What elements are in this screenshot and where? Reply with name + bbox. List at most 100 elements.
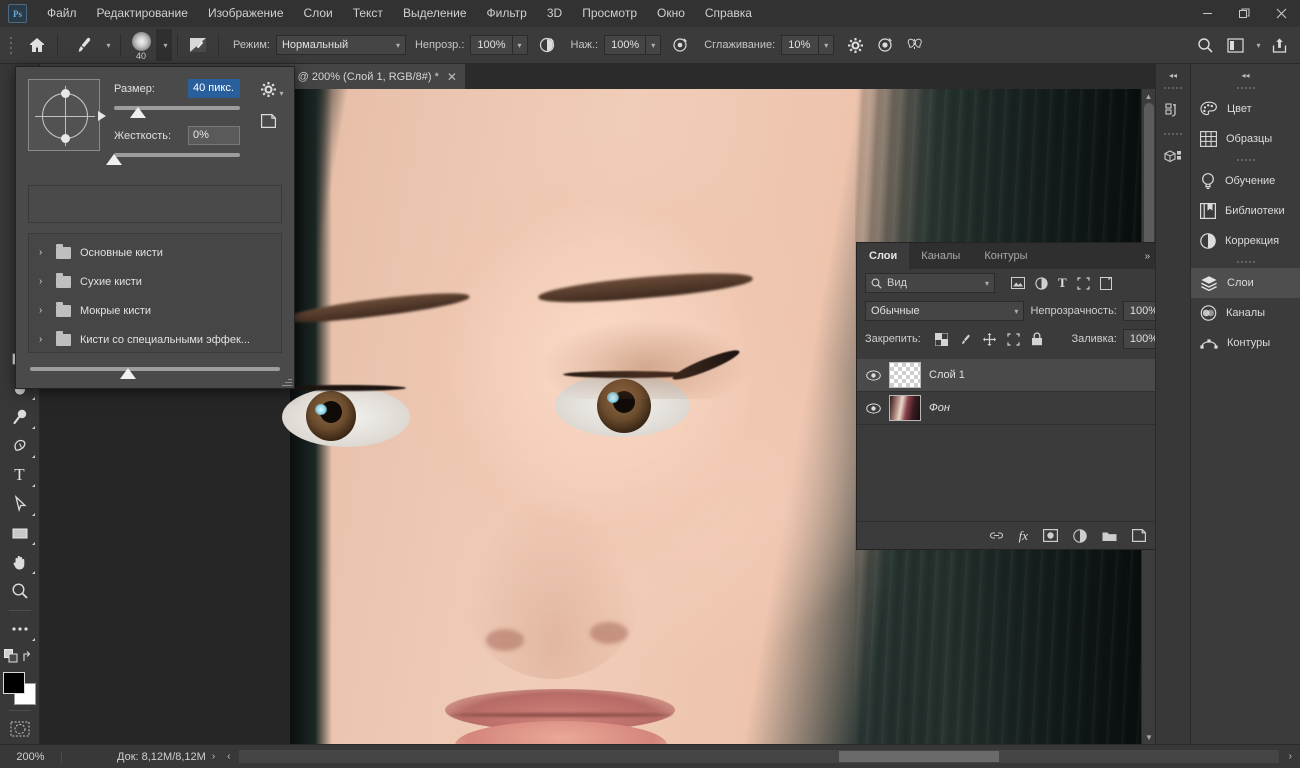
zoom-level[interactable]: 200% (0, 751, 62, 763)
type-filter-icon[interactable]: T (1058, 275, 1067, 291)
swap-colors-icon[interactable] (22, 650, 35, 663)
layer-filter-select[interactable]: Вид ▾ (865, 273, 995, 293)
brush-preset-strip[interactable] (28, 185, 282, 223)
layer-name[interactable]: Фон (929, 402, 950, 414)
menu-window[interactable]: Окно (647, 0, 695, 27)
lock-image-icon[interactable] (959, 333, 972, 346)
airbrush-icon[interactable] (665, 30, 695, 60)
3d-panel-icon[interactable] (1156, 140, 1190, 174)
brush-angle-arrow[interactable] (98, 111, 106, 121)
slider-knob[interactable] (130, 107, 146, 118)
layer-visibility-eye-icon[interactable] (865, 370, 881, 381)
add-layer-mask-icon[interactable] (1043, 529, 1058, 542)
workspace-icon[interactable] (1220, 30, 1250, 60)
menu-text[interactable]: Текст (343, 0, 393, 27)
blend-mode-select[interactable]: Нормальный ▾ (276, 35, 406, 55)
tool-pen[interactable] (3, 432, 37, 460)
list-item[interactable]: › Кисти со специальными эффек... (29, 325, 281, 353)
panel-swatches[interactable]: Образцы (1191, 124, 1300, 154)
tool-path-selection[interactable] (3, 490, 37, 518)
brush-hardness-input[interactable]: 0% (188, 126, 240, 145)
brush-list-size-slider[interactable] (30, 363, 280, 379)
scroll-right-icon[interactable]: › (1281, 751, 1300, 762)
chevron-down-icon[interactable]: ▾ (512, 36, 527, 54)
brush-handle-bottom[interactable] (61, 134, 70, 143)
table-row[interactable]: Слой 1 (857, 359, 1188, 392)
slider-knob[interactable] (106, 154, 122, 165)
menu-filter[interactable]: Фильтр (477, 0, 537, 27)
panel-adjustments[interactable]: Коррекция (1191, 226, 1300, 256)
scroll-down-icon[interactable]: ▼ (1142, 730, 1155, 744)
brush-size-slider[interactable] (114, 102, 240, 118)
flow-stepper[interactable]: 100% ▾ (604, 35, 661, 55)
panel-libraries[interactable]: Библиотеки (1191, 196, 1300, 226)
lock-transparency-icon[interactable] (935, 333, 948, 346)
brush-preset-chevron[interactable]: ▾ (156, 29, 172, 61)
lock-position-icon[interactable] (983, 333, 996, 346)
slider-knob[interactable] (120, 368, 136, 379)
layer-thumbnail[interactable] (889, 362, 921, 388)
resize-grip[interactable] (282, 376, 292, 386)
brush-tool-preset-chevron[interactable]: ▾ (99, 30, 115, 60)
share-icon[interactable] (1264, 30, 1294, 60)
gear-icon[interactable] (840, 30, 870, 60)
home-icon[interactable] (22, 30, 52, 60)
gear-icon[interactable]: ▾ (260, 81, 277, 98)
tool-rectangle[interactable] (3, 519, 37, 547)
foreground-color-swatch[interactable] (3, 672, 25, 694)
color-swatches[interactable] (3, 672, 37, 706)
panel-grip[interactable] (1191, 154, 1300, 166)
pressure-size-icon[interactable] (870, 30, 900, 60)
horizontal-scroll-thumb[interactable] (839, 751, 999, 762)
menu-3d[interactable]: 3D (537, 0, 572, 27)
panel-learn[interactable]: Обучение (1191, 166, 1300, 196)
brush-preset-picker[interactable]: 40 (126, 29, 156, 61)
new-preset-icon[interactable] (261, 114, 276, 128)
panel-grip[interactable] (1191, 256, 1300, 268)
chevron-down-icon[interactable]: ▾ (645, 36, 660, 54)
more-tools-icon[interactable] (3, 615, 37, 643)
adjustment-filter-icon[interactable] (1035, 277, 1048, 290)
brush-size-input[interactable]: 40 пикс. (188, 79, 240, 98)
panel-grip[interactable] (1156, 128, 1190, 140)
dock-collapse-icon[interactable]: ◂◂ (1191, 68, 1300, 82)
panel-layers[interactable]: Слои (1191, 268, 1300, 298)
lock-all-icon[interactable] (1031, 332, 1043, 346)
quick-mask-icon[interactable] (3, 715, 37, 743)
panel-grip[interactable] (1156, 82, 1190, 94)
brush-angle-roundness-icon[interactable] (28, 79, 100, 151)
tool-zoom[interactable] (3, 577, 37, 605)
menu-view[interactable]: Просмотр (572, 0, 647, 27)
pixel-filter-icon[interactable] (1011, 277, 1025, 289)
layer-thumbnail[interactable] (889, 395, 921, 421)
pressure-opacity-icon[interactable] (532, 30, 562, 60)
tool-dodge[interactable] (3, 403, 37, 431)
panel-channels[interactable]: Каналы (1191, 298, 1300, 328)
shape-filter-icon[interactable] (1077, 277, 1090, 290)
brush-hardness-slider[interactable] (114, 149, 240, 165)
opacity-stepper[interactable]: 100% ▾ (470, 35, 527, 55)
restore-button[interactable] (1226, 0, 1263, 27)
list-item[interactable]: › Основные кисти (29, 238, 281, 267)
chevron-down-icon[interactable]: ▾ (818, 36, 833, 54)
options-bar-grip[interactable] (6, 30, 16, 60)
scroll-up-icon[interactable]: ▲ (1142, 89, 1155, 103)
minimize-button[interactable] (1189, 0, 1226, 27)
panel-paths[interactable]: Контуры (1191, 328, 1300, 358)
workspace-chevron[interactable]: ▾ (1250, 30, 1264, 60)
list-item[interactable]: › Мокрые кисти (29, 296, 281, 325)
tool-hand[interactable] (3, 548, 37, 576)
tab-channels[interactable]: Каналы (909, 243, 972, 269)
chevron-right-icon[interactable]: › (39, 247, 47, 258)
double-chevron-right-icon[interactable]: » (1145, 251, 1151, 262)
brush-handle-top[interactable] (61, 89, 70, 98)
menu-select[interactable]: Выделение (393, 0, 477, 27)
close-button[interactable] (1263, 0, 1300, 27)
panel-color[interactable]: Цвет (1191, 94, 1300, 124)
menu-layers[interactable]: Слои (294, 0, 343, 27)
symmetry-butterfly-icon[interactable] (900, 30, 930, 60)
panel-grip[interactable] (1191, 82, 1300, 94)
layer-visibility-eye-icon[interactable] (865, 403, 881, 414)
tab-layers[interactable]: Слои (857, 243, 909, 269)
smoothing-stepper[interactable]: 10% ▾ (781, 35, 834, 55)
